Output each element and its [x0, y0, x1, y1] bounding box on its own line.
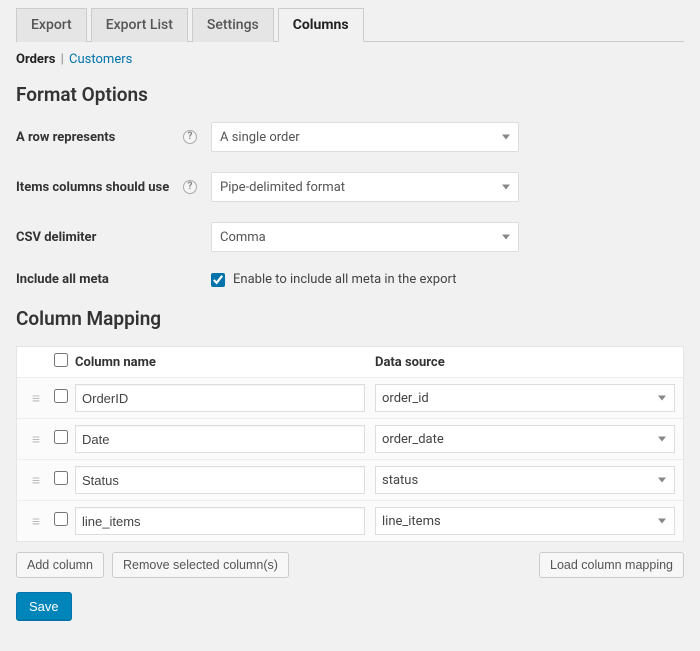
checkbox-include-meta-label: Enable to include all meta in the export: [233, 272, 457, 287]
label-items-columns: Items columns should use: [16, 180, 169, 195]
label-include-meta: Include all meta: [16, 272, 109, 287]
drag-handle-icon[interactable]: ≡: [25, 472, 47, 489]
help-icon[interactable]: ?: [183, 180, 197, 194]
tab-settings[interactable]: Settings: [192, 8, 274, 42]
table-row: ≡ line_items: [17, 500, 683, 541]
column-mapping-table: Column name Data source ≡ order_id ≡ ord…: [16, 346, 684, 542]
drag-handle-icon[interactable]: ≡: [25, 431, 47, 448]
select-data-source[interactable]: status: [375, 466, 675, 494]
chevron-down-icon: [658, 519, 666, 524]
checkbox-include-meta[interactable]: [211, 273, 225, 287]
select-data-source-value: order_id: [382, 391, 429, 406]
help-icon[interactable]: ?: [183, 130, 197, 144]
label-csv-delimiter: CSV delimiter: [16, 230, 96, 245]
table-header-source: Data source: [375, 355, 675, 370]
nav-tabs: Export Export List Settings Columns: [16, 8, 684, 42]
chevron-down-icon: [658, 478, 666, 483]
table-row: ≡ order_id: [17, 377, 683, 418]
drag-handle-icon[interactable]: ≡: [25, 390, 47, 407]
tab-export-list[interactable]: Export List: [91, 8, 188, 42]
checkbox-select-all[interactable]: [54, 353, 68, 367]
load-column-mapping-button[interactable]: Load column mapping: [539, 552, 684, 578]
add-column-button[interactable]: Add column: [16, 552, 104, 578]
checkbox-row[interactable]: [54, 430, 68, 444]
select-data-source-value: order_date: [382, 432, 444, 447]
select-items-columns-value: Pipe-delimited format: [220, 180, 345, 195]
input-column-name[interactable]: [75, 384, 365, 412]
checkbox-row[interactable]: [54, 389, 68, 403]
select-csv-delimiter[interactable]: Comma: [211, 222, 519, 252]
heading-column-mapping: Column Mapping: [16, 307, 684, 330]
remove-selected-button[interactable]: Remove selected column(s): [112, 552, 289, 578]
chevron-down-icon: [658, 437, 666, 442]
chevron-down-icon: [502, 135, 510, 140]
chevron-down-icon: [502, 185, 510, 190]
input-column-name[interactable]: [75, 466, 365, 494]
chevron-down-icon: [658, 396, 666, 401]
select-data-source[interactable]: order_date: [375, 425, 675, 453]
checkbox-row[interactable]: [54, 512, 68, 526]
table-row: ≡ order_date: [17, 418, 683, 459]
input-column-name[interactable]: [75, 507, 365, 535]
subnav-separator: |: [61, 52, 64, 67]
subnav-orders[interactable]: Orders: [16, 52, 55, 67]
tab-export[interactable]: Export: [16, 8, 87, 42]
table-row: ≡ status: [17, 459, 683, 500]
table-header-name: Column name: [75, 355, 375, 370]
subnav-customers[interactable]: Customers: [69, 52, 132, 67]
select-data-source[interactable]: line_items: [375, 507, 675, 535]
heading-format-options: Format Options: [16, 83, 684, 106]
chevron-down-icon: [502, 235, 510, 240]
tab-columns[interactable]: Columns: [278, 8, 364, 42]
select-data-source-value: status: [382, 473, 418, 488]
select-row-represents-value: A single order: [220, 130, 300, 145]
save-button[interactable]: Save: [16, 592, 72, 621]
label-row-represents: A row represents: [16, 130, 115, 145]
select-row-represents[interactable]: A single order: [211, 122, 519, 152]
select-csv-delimiter-value: Comma: [220, 230, 266, 245]
select-items-columns[interactable]: Pipe-delimited format: [211, 172, 519, 202]
select-data-source-value: line_items: [382, 514, 441, 529]
input-column-name[interactable]: [75, 425, 365, 453]
subnav: Orders | Customers: [16, 52, 684, 67]
checkbox-row[interactable]: [54, 471, 68, 485]
drag-handle-icon[interactable]: ≡: [25, 513, 47, 530]
select-data-source[interactable]: order_id: [375, 384, 675, 412]
